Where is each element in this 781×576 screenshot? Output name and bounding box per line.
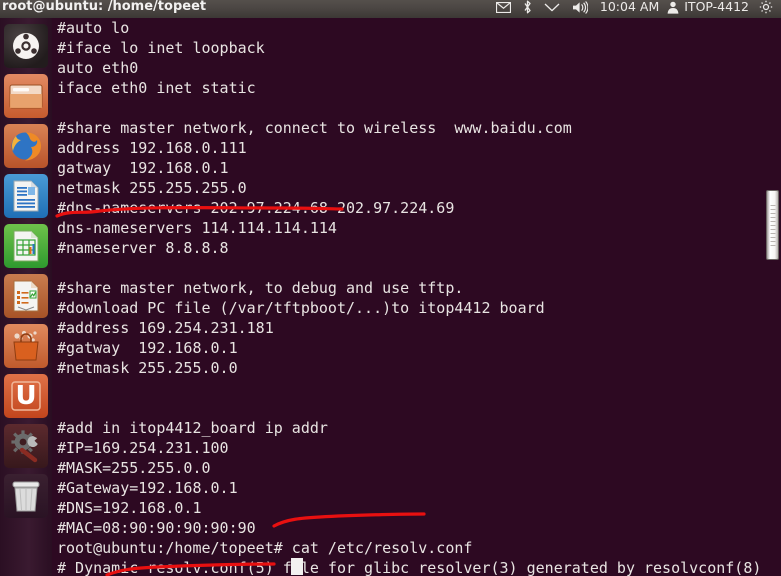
terminal-line: address 192.168.0.111 (57, 139, 247, 157)
spreadsheet-icon (4, 224, 48, 268)
terminal-line: #Gateway=192.168.0.1 (57, 479, 238, 497)
terminal-line: #add in itop4412_board ip addr (57, 419, 328, 437)
volume-icon[interactable] (566, 0, 594, 16)
launcher-item-trash[interactable] (4, 474, 48, 518)
terminal-line: #nameserver 8.8.8.8 (57, 239, 229, 257)
presentation-icon (4, 274, 48, 318)
ubuntu-one-label: U (15, 381, 37, 411)
folder-icon (4, 74, 48, 118)
terminal-line: auto eth0 (57, 59, 139, 77)
user-menu[interactable]: ITOP-4412 (665, 0, 753, 16)
terminal-window[interactable]: #auto lo #iface lo inet loopback auto eth0… (52, 18, 781, 576)
terminal-line: iface eth0 inet static (57, 79, 256, 97)
clock[interactable]: 10:04 AM (594, 0, 665, 16)
launcher-item-files[interactable] (4, 74, 48, 118)
top-panel: root@ubuntu: /home/topeet 10:04 AM ITOP-… (0, 0, 781, 18)
terminal-line: #iface lo inet loopback (57, 39, 265, 57)
bluetooth-icon[interactable] (517, 0, 538, 16)
terminal-line: #address 169.254.231.181 (57, 319, 274, 337)
terminal-line: gatway 192.168.0.1 (57, 159, 229, 177)
terminal-line: #dns-nameservers 202.97.224.68 202.97.22… (57, 199, 455, 217)
launcher-item-libreoffice-calc[interactable] (4, 224, 48, 268)
ubuntu-logo-icon (4, 24, 48, 68)
window-title: root@ubuntu: /home/topeet (2, 0, 207, 14)
terminal-line: #netmask 255.255.0.0 (57, 359, 238, 377)
terminal-output: #auto lo #iface lo inet loopback auto eth0… (57, 18, 761, 576)
scroll-thumb-grip (770, 205, 775, 247)
terminal-scrollbar[interactable] (764, 18, 781, 576)
launcher-item-firefox[interactable] (4, 124, 48, 168)
system-tray: 10:04 AM ITOP-4412 (490, 0, 781, 18)
terminal-line: #MAC=08:90:90:90:90:90 (57, 519, 256, 537)
firefox-icon (4, 124, 48, 168)
terminal-line: #IP=169.254.231.100 (57, 439, 229, 457)
clock-label: 10:04 AM (599, 0, 660, 14)
launcher-item-software-center[interactable] (4, 324, 48, 368)
terminal-line: #DNS=192.168.0.1 (57, 499, 202, 517)
launcher-item-libreoffice-impress[interactable] (4, 274, 48, 318)
gear-icon[interactable] (753, 0, 779, 16)
mail-icon[interactable] (490, 0, 517, 16)
launcher-item-libreoffice-writer[interactable] (4, 174, 48, 218)
document-icon (4, 174, 48, 218)
terminal-line: root@ubuntu:/home/topeet# cat /etc/resol… (57, 539, 473, 557)
gear-wrench-icon (4, 424, 48, 468)
launcher-item-system-settings[interactable] (4, 424, 48, 468)
terminal-line: #gatway 192.168.0.1 (57, 339, 238, 357)
terminal-line: #download PC file (/var/tftpboot/...)to … (57, 299, 545, 317)
shopping-bag-icon (4, 324, 48, 368)
unity-launcher: U (0, 18, 52, 576)
block-cursor (291, 558, 303, 575)
network-icon[interactable] (538, 0, 566, 16)
terminal-line: #share master network, to debug and use … (57, 279, 464, 297)
terminal-line: dns-nameservers 114.114.114.114 (57, 219, 337, 237)
launcher-item-ubuntu-dash[interactable] (4, 24, 48, 68)
terminal-line: netmask 255.255.255.0 (57, 179, 247, 197)
terminal-line: #share master network, connect to wirele… (57, 119, 572, 137)
username-label: ITOP-4412 (684, 0, 749, 14)
launcher-item-ubuntu-one[interactable]: U (4, 374, 48, 418)
scroll-thumb[interactable] (766, 190, 779, 260)
terminal-line: #auto lo (57, 19, 130, 37)
terminal-line: # Dynamic resolv.conf(5) file for glibc … (57, 559, 762, 576)
terminal-line: #MASK=255.255.0.0 (57, 459, 211, 477)
trash-icon (4, 474, 48, 518)
